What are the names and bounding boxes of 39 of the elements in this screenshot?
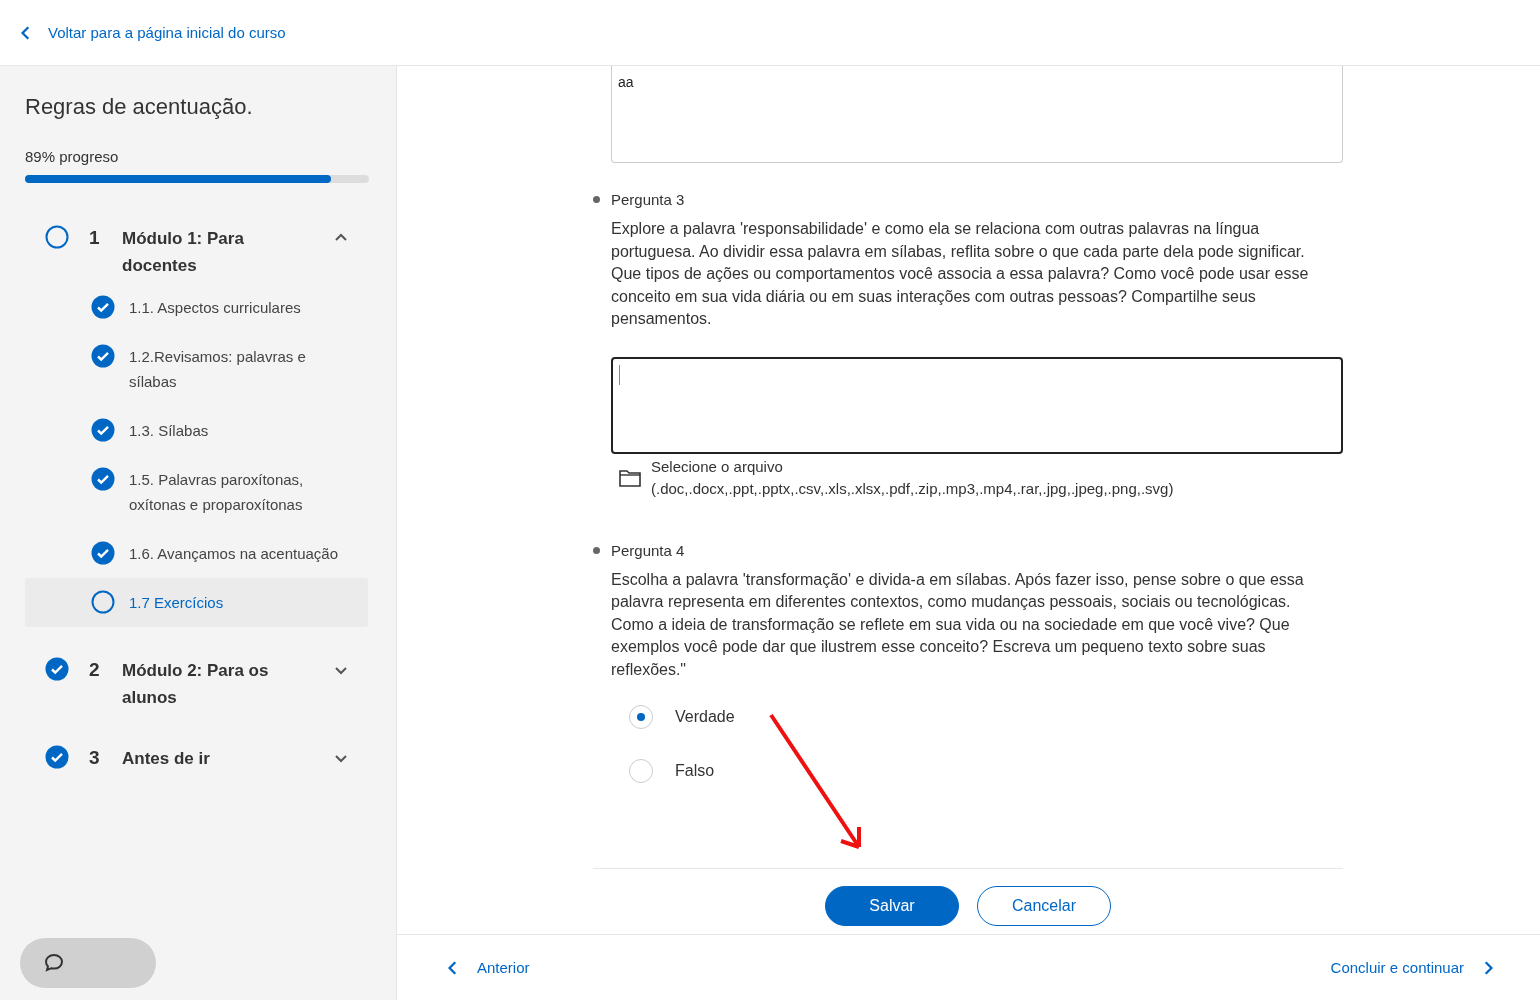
back-link[interactable]: Voltar para a página inicial do curso xyxy=(18,24,286,41)
module-title[interactable]: Módulo 2: Para os alunos xyxy=(122,657,302,711)
question-text: Explore a palavra 'responsabilidade' e como ela se relaciona com outras palavras na língua portuguesa. Ao dividir essa palavra em sílabas, reflita sobre o que cada parte dela pode significar. Que tipos de ações ou comportamentos você associa a essa palavra? Como você pode usar esse conceito em sua vida diária ou em suas interações com outras pessoas? Compartilhe seus pensamentos. xyxy=(611,219,1310,329)
bullet-icon xyxy=(593,196,600,203)
module-title[interactable]: Módulo 1: Para docentes xyxy=(122,225,302,279)
cancel-button[interactable]: Cancelar xyxy=(977,886,1111,926)
lesson-title: 1.1. Aspectos curriculares xyxy=(129,298,302,318)
file-upload-label[interactable]: Selecione o arquivo (.doc,.docx,.ppt,.pptx,.csv,.xls,.xlsx,.pdf,.zip,.mp3,.mp4,.rar,.jpg,.jpeg,.png,.svg) xyxy=(651,455,1174,500)
answer-box[interactable]: aa xyxy=(611,66,1343,163)
next-link[interactable]: Concluir e continuar xyxy=(1330,959,1496,976)
progress-label: 89% progreso xyxy=(25,148,120,165)
question-text: Escolha a palavra 'transformação' e divida-a em sílabas. Após fazer isso, pense sobre o que essa palavra representa em diferentes contextos, como mudanças pessoais, sociais ou tecnológicas. Como a ideia de transformação se reflete em sua vida ou na sociedade em que você vive? Que exemplos você pode dar que ilustrem esse conceito? Escreva um pequeno texto sobre suas reflexões." xyxy=(611,569,1305,680)
radio-button[interactable] xyxy=(629,759,653,783)
radio-option[interactable]: Verdade xyxy=(629,705,1343,729)
module-number: 3 xyxy=(89,747,101,769)
module-number: 2 xyxy=(89,659,101,681)
question-label: Pergunta 3 xyxy=(611,191,685,208)
lesson-title: 1.3. Sílabas xyxy=(129,421,210,441)
question-label: Pergunta 4 xyxy=(611,541,685,559)
folder-icon xyxy=(619,468,641,487)
lesson-item[interactable]: 1.2.Revisamos: palavras e sílabas xyxy=(25,332,368,406)
lesson-item[interactable]: 1.5. Palavras paroxítonas, oxítonas e proparoxítonas xyxy=(25,455,368,529)
lesson-item[interactable]: 1.6. Avançamos na acentuação xyxy=(25,529,368,578)
previous-link[interactable]: Anterior xyxy=(445,959,530,976)
answer-box[interactable] xyxy=(611,356,1343,454)
lesson-item[interactable]: 1.3. Sílabas xyxy=(25,406,368,455)
lesson-title: 1.2.Revisamos: palavras e sílabas xyxy=(129,347,307,392)
radio-button[interactable] xyxy=(629,705,653,729)
radio-option[interactable]: Falso xyxy=(629,759,1343,783)
module-title[interactable]: Antes de ir xyxy=(122,745,302,772)
course-title: Regras de acentuação. xyxy=(25,94,254,120)
save-button[interactable]: Salvar xyxy=(825,886,959,926)
lesson-title: 1.7 Exercícios xyxy=(129,593,225,613)
bullet-icon xyxy=(593,546,600,554)
module-number: 1 xyxy=(89,227,101,249)
lesson-item[interactable]: 1.1. Aspectos curriculares xyxy=(25,283,368,332)
lesson-title: 1.6. Avançamos na acentuação xyxy=(129,544,340,564)
lesson-item[interactable]: 1.7 Exercícios xyxy=(25,578,368,627)
lesson-title: 1.5. Palavras paroxítonas, oxítonas e proparoxítonas xyxy=(129,470,305,515)
